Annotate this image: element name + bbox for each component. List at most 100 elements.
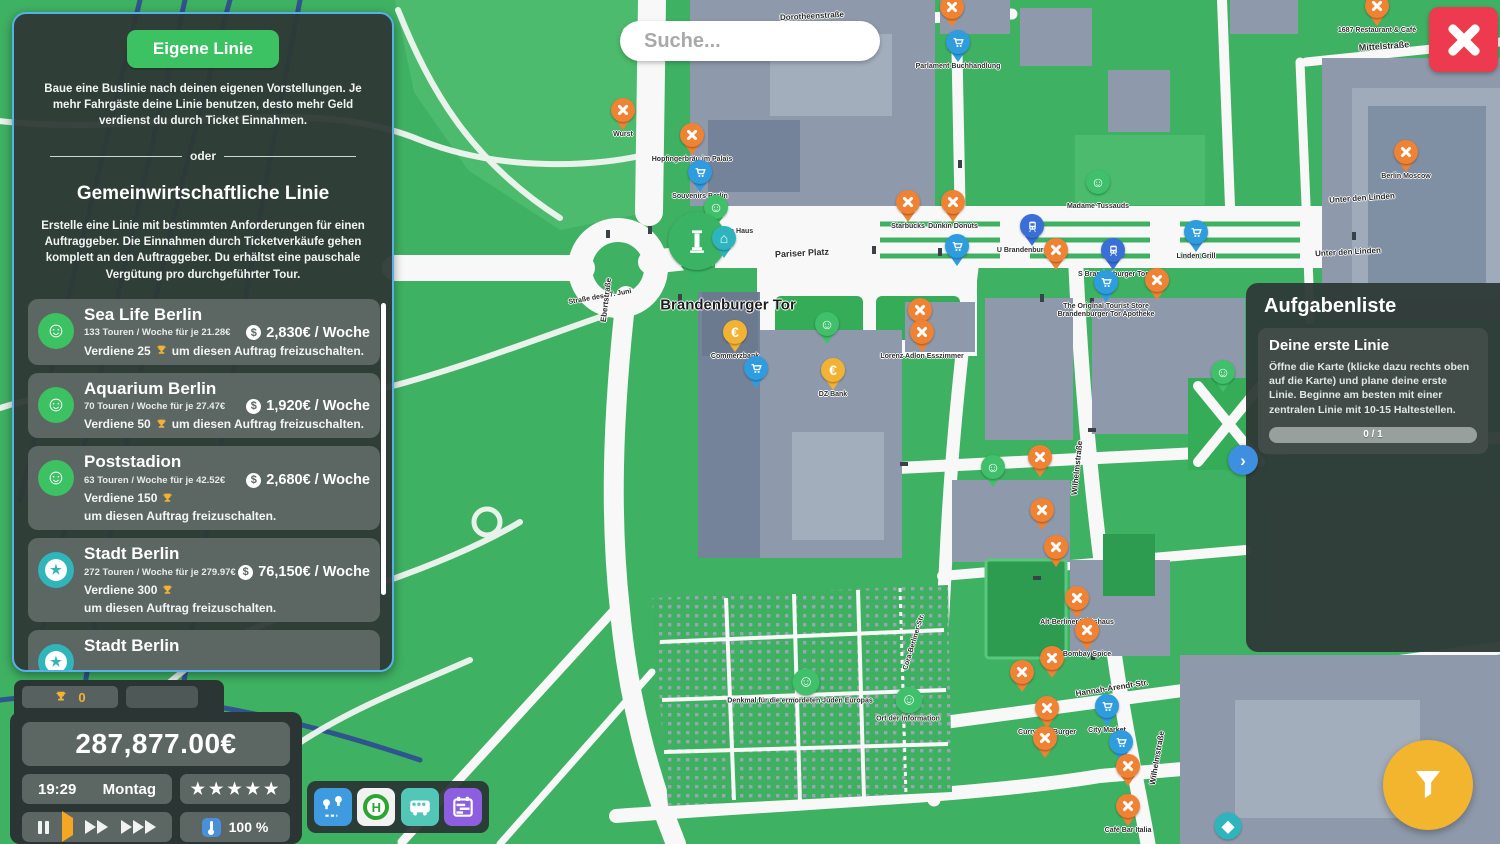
contract-details: 63 Touren / Woche für je 42.52€ [84, 475, 225, 486]
bus-icon [407, 794, 433, 820]
contract-details: 133 Touren / Woche für je 21.28€ [84, 327, 230, 338]
task-list-title: Aufgabenliste [1264, 295, 1482, 318]
money-display: 287,877.00€ [22, 722, 290, 766]
contract-details: 272 Touren / Woche für je 279.97€ [84, 567, 236, 578]
trophy-icon [161, 584, 174, 597]
fast-forward-button[interactable] [85, 820, 108, 834]
speed-controls [22, 812, 172, 842]
secondary-counter[interactable] [126, 686, 198, 708]
marker-label: Bombay Spice [1063, 651, 1111, 659]
contract-unlock-text: Verdiene 150 um diesen Auftrag freizusch… [84, 491, 370, 523]
own-line-description: Baue eine Buslinie nach deinen eigenen V… [34, 81, 372, 129]
contract-name: Poststadion [84, 453, 370, 471]
contract-name: Stadt Berlin [84, 637, 370, 655]
street-label: Brandenburger Tor [660, 297, 796, 314]
search-input[interactable] [642, 29, 858, 54]
trophy-icon [155, 344, 168, 357]
star-icon: ★ [209, 779, 224, 799]
marker-label: DZ Bank [819, 391, 847, 399]
task-title: Deine erste Linie [1269, 337, 1477, 354]
coin-icon: $ [246, 399, 261, 414]
contract-icon: ☺ [38, 387, 74, 423]
day-value: Montag [103, 781, 156, 798]
marker-label: Linden Grill [1177, 253, 1216, 261]
contract-payout: 2,680€ / Woche [266, 472, 370, 488]
contract-name: Aquarium Berlin [84, 380, 370, 398]
community-line-title: Gemeinwirtschaftliche Linie [28, 183, 378, 205]
coin-icon: $ [246, 325, 261, 340]
contract-card[interactable]: ☺ Sea Life Berlin 133 Touren / Woche für… [28, 299, 380, 365]
marker-label: Berlin Moscow [1381, 173, 1430, 181]
trophy-icon [155, 418, 168, 431]
marker-label: Lorenz Adlon Esszimmer [880, 353, 963, 361]
bus-stop-button[interactable]: H [357, 788, 395, 826]
task-card[interactable]: Deine erste Linie Öffne die Karte (klick… [1258, 328, 1488, 454]
community-line-description: Erstelle eine Linie mit bestimmten Anfor… [34, 218, 372, 282]
rating-display: ★★★★★ [180, 774, 290, 804]
contract-icon: ☺ [38, 313, 74, 349]
contract-unlock-text: Verdiene 300 um diesen Auftrag freizusch… [84, 583, 370, 615]
marker-label: Dunkin Donuts [928, 223, 978, 231]
task-progress-value: 0 / 1 [1363, 429, 1382, 440]
schedule-button[interactable] [444, 788, 482, 826]
map-marker-badge[interactable]: ☺ [793, 669, 820, 696]
street-label: Denkmal für die ermordeten Juden Europas [727, 698, 872, 705]
marker-label: The Original Tourist Store Brandenburger… [1051, 303, 1161, 319]
funnel-icon [1407, 764, 1449, 806]
contract-list: ☺ Sea Life Berlin 133 Touren / Woche für… [28, 299, 380, 611]
contract-payout: 2,830€ / Woche [266, 325, 370, 341]
route-icon [320, 794, 346, 820]
contract-icon: ☺ [38, 460, 74, 496]
marker-label: Café Bar Italia [1105, 827, 1152, 835]
search-bar [620, 21, 880, 61]
contract-icon: ★ [38, 644, 74, 672]
thermometer-icon [202, 818, 221, 837]
trophy-count: 0 [78, 690, 85, 705]
fastest-forward-button[interactable] [121, 820, 156, 834]
map-marker-grad[interactable]: ◆ [1215, 813, 1242, 840]
contract-icon: ★ [38, 552, 74, 588]
contract-card[interactable]: ★ Stadt Berlin [28, 630, 380, 672]
play-button[interactable] [62, 818, 73, 836]
contract-details: 70 Touren / Woche für je 27.47€ [84, 401, 225, 412]
contract-card[interactable]: ☺ Poststadion 63 Touren / Woche für je 4… [28, 446, 380, 530]
fuel-value: 100 % [229, 819, 269, 835]
contract-name: Stadt Berlin [84, 545, 370, 563]
hud-main-panel: 287,877.00€ 19:29 Montag ★★★★★ 100 [10, 712, 302, 844]
close-button[interactable] [1429, 7, 1498, 72]
contract-card[interactable]: ☺ Aquarium Berlin 70 Touren / Woche für … [28, 373, 380, 439]
schedule-icon [450, 794, 476, 820]
clock-display: 19:29 Montag [22, 774, 172, 804]
star-icon: ★ [227, 779, 242, 799]
route-planner-button[interactable] [314, 788, 352, 826]
star-icon: ★ [264, 779, 279, 799]
bus-fleet-button[interactable] [401, 788, 439, 826]
coin-icon: $ [246, 473, 261, 488]
contract-payout: 1,920€ / Woche [266, 398, 370, 414]
contract-name: Sea Life Berlin [84, 306, 370, 324]
or-divider: oder [50, 149, 356, 163]
panel-expand-button[interactable]: › [1228, 445, 1258, 475]
task-list-panel: Aufgabenliste Deine erste Linie Öffne di… [1246, 283, 1500, 652]
trophy-icon [54, 690, 68, 704]
own-line-button[interactable]: Eigene Linie [127, 30, 279, 68]
time-value: 19:29 [38, 781, 76, 798]
task-progress-bar: 0 / 1 [1269, 427, 1477, 443]
map-filter-button[interactable] [1383, 740, 1473, 830]
marker-label: Parlament Buchhandlung [916, 63, 1001, 71]
trophy-icon [161, 492, 174, 505]
badges-bar: 0 [14, 680, 224, 714]
trophy-counter[interactable]: 0 [22, 686, 118, 708]
pause-button[interactable] [38, 821, 49, 834]
marker-label: Madame Tussauds [1067, 203, 1129, 211]
contract-payout: 76,150€ / Woche [258, 564, 370, 580]
star-icon: ★ [246, 779, 261, 799]
marker-label: 1687 Restaurant & Café [1338, 27, 1416, 35]
map-marker-badge[interactable]: ☺ [896, 687, 923, 714]
map-toolbar: H [307, 781, 489, 833]
star-icon: ★ [191, 779, 206, 799]
contract-scrollbar[interactable] [381, 303, 386, 595]
task-description: Öffne die Karte (klicke dazu rechts oben… [1269, 360, 1477, 417]
contract-card[interactable]: ★ Stadt Berlin 272 Touren / Woche für je… [28, 538, 380, 622]
contract-unlock-text: Verdiene 50 um diesen Auftrag freizuscha… [84, 417, 370, 431]
